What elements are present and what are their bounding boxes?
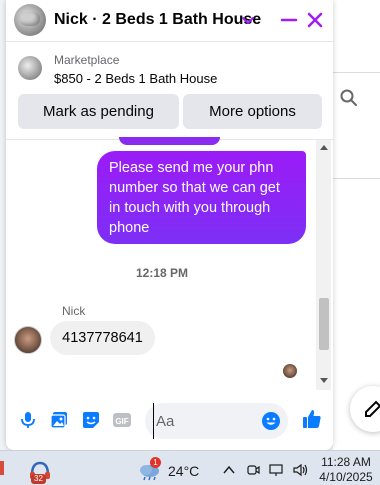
message-input-wrapper — [145, 403, 288, 439]
marketplace-label: Marketplace — [54, 53, 120, 67]
listing-avatar[interactable] — [14, 4, 46, 36]
app-notification-badge: 32 — [31, 474, 46, 484]
scroll-up-arrow-icon[interactable] — [320, 145, 328, 150]
like-icon[interactable] — [301, 408, 323, 430]
listing-thumbnail — [18, 56, 42, 80]
scroll-down-arrow-icon[interactable] — [320, 378, 328, 383]
background-divider — [333, 72, 380, 73]
minimize-icon[interactable] — [279, 10, 299, 30]
search-icon[interactable] — [339, 88, 359, 108]
network-icon[interactable] — [269, 463, 285, 477]
weather-alert-badge: 1 — [150, 457, 161, 468]
marketplace-listing-card[interactable]: Marketplace $850 - 2 Beds 1 Bath House — [6, 44, 333, 90]
message-composer: GIF — [6, 390, 333, 450]
svg-text:GIF: GIF — [115, 417, 128, 426]
listing-title: $850 - 2 Beds 1 Bath House — [54, 71, 218, 86]
mark-as-pending-button[interactable]: Mark as pending — [18, 94, 179, 129]
emoji-icon[interactable] — [261, 411, 281, 431]
chat-title[interactable]: Nick · 2 Beds 1 Bath House — [54, 11, 261, 29]
temperature-label[interactable]: 24°C — [168, 463, 199, 479]
chat-window: Nick · 2 Beds 1 Bath House Marketplace $… — [6, 0, 333, 450]
gallery-icon[interactable] — [49, 410, 69, 430]
contact-avatar[interactable] — [14, 326, 42, 354]
meet-camera-icon[interactable] — [246, 463, 260, 477]
volume-icon[interactable] — [292, 463, 310, 477]
chevron-up-icon[interactable] — [222, 463, 236, 477]
sender-name: Nick — [62, 304, 86, 318]
taskbar-app-edge[interactable] — [0, 461, 4, 475]
chat-header: Nick · 2 Beds 1 Bath House — [6, 0, 333, 42]
windows-taskbar: 32 1 24°C 11:28 AM 4/10/2025 — [0, 450, 380, 485]
message-input[interactable] — [153, 403, 257, 439]
message-list: Please send me your phn number so that w… — [6, 137, 333, 390]
microphone-icon[interactable] — [18, 410, 38, 430]
scrollbar-thumb[interactable] — [319, 298, 329, 350]
message-timestamp: 12:18 PM — [135, 266, 189, 280]
clock-date: 4/10/2025 — [319, 470, 373, 484]
incoming-message[interactable]: 4137778641 — [50, 321, 155, 355]
background-page-panel — [333, 0, 380, 450]
outgoing-message[interactable]: Please send me your phn number so that w… — [97, 151, 306, 244]
close-icon[interactable] — [305, 10, 325, 30]
previous-message-bubble — [119, 137, 220, 145]
messages-scrollbar[interactable] — [316, 140, 331, 390]
system-clock[interactable]: 11:28 AM 4/10/2025 — [318, 455, 374, 485]
read-receipt-avatar — [283, 364, 297, 378]
compose-icon — [365, 400, 380, 417]
gif-icon[interactable]: GIF — [112, 410, 132, 430]
background-divider — [333, 178, 380, 179]
sticker-icon[interactable] — [81, 410, 101, 430]
chevron-down-icon[interactable] — [240, 12, 256, 28]
more-options-button[interactable]: More options — [183, 94, 322, 129]
clock-time: 11:28 AM — [321, 455, 371, 469]
